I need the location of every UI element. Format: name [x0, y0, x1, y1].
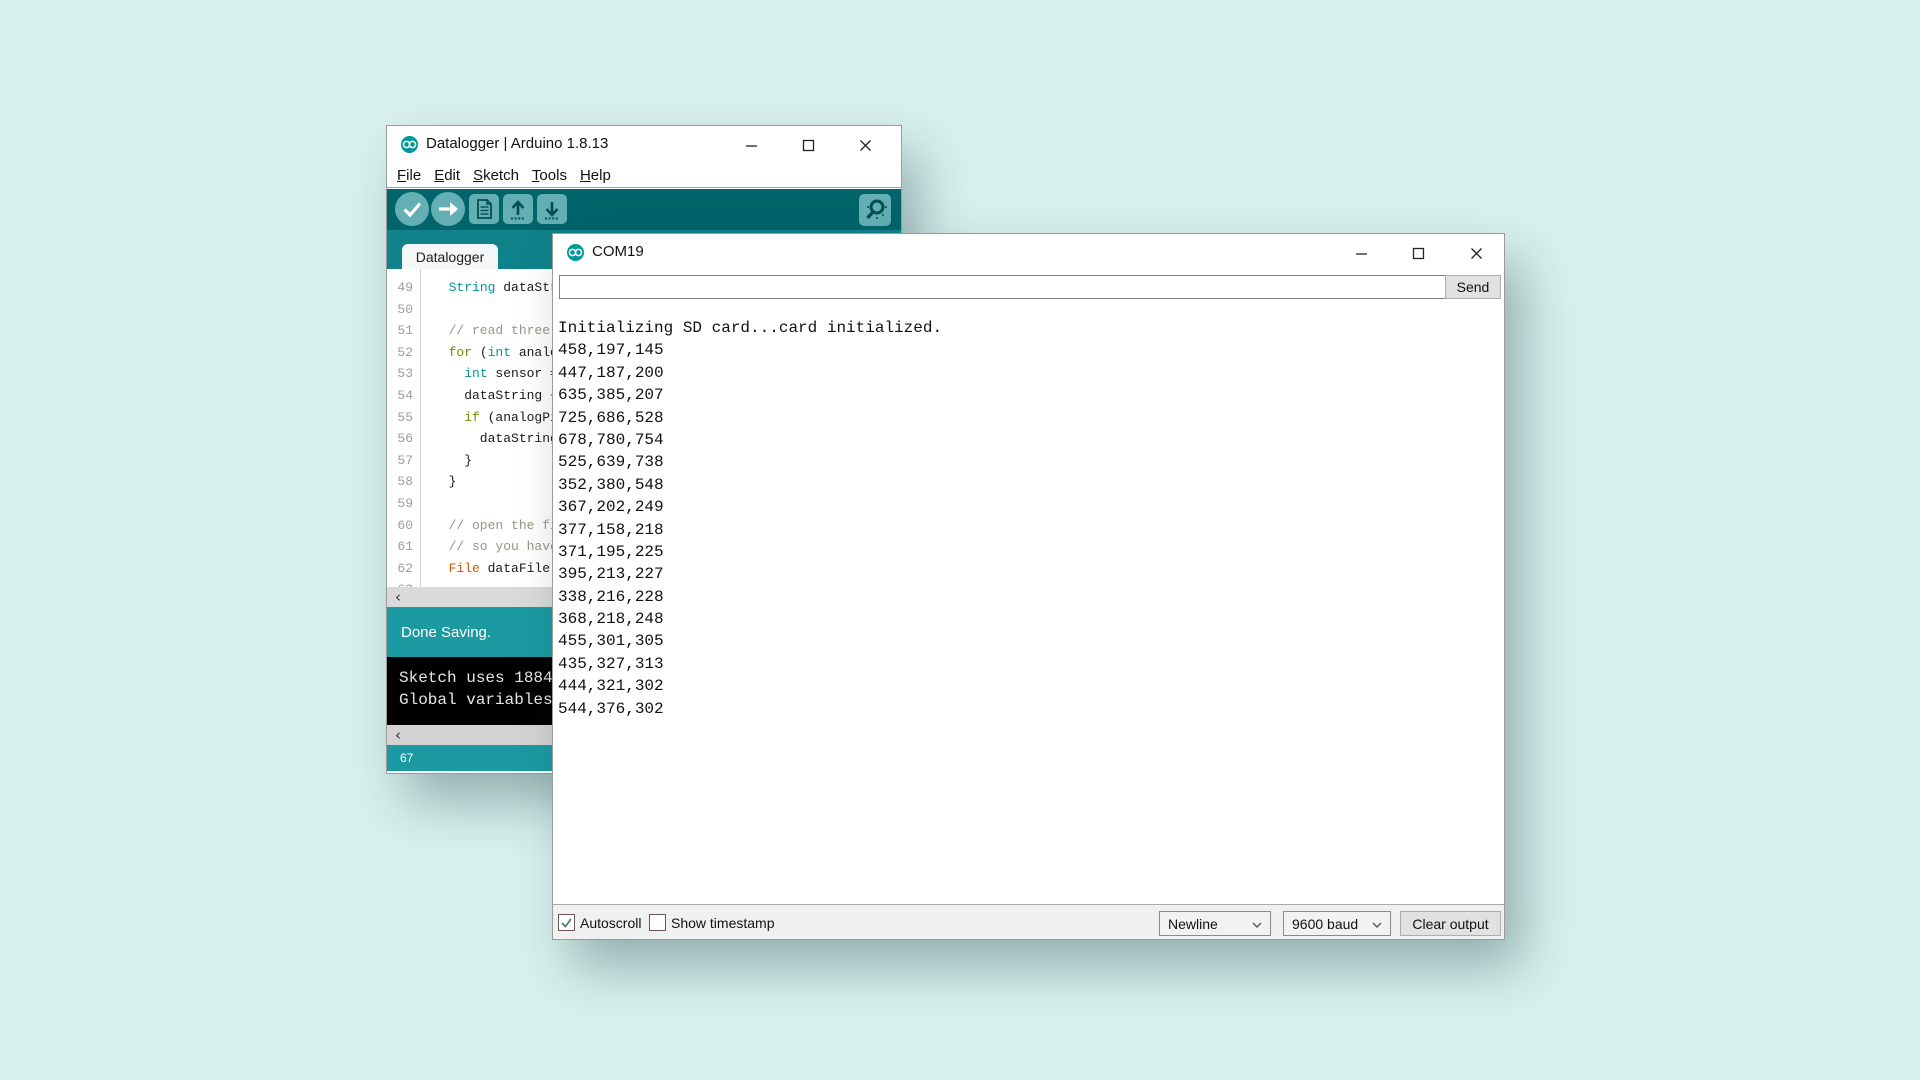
serial-output-line: 352,380,548: [558, 474, 1504, 496]
serial-output-line: 455,301,305: [558, 630, 1504, 652]
menu-help[interactable]: Help: [580, 167, 611, 184]
line-number: 57: [387, 450, 420, 472]
serial-output-line: 444,321,302: [558, 675, 1504, 697]
ide-close-button[interactable]: [853, 133, 877, 157]
line-number: 55: [387, 407, 420, 429]
serial-output-line: 377,158,218: [558, 519, 1504, 541]
status-message: Done Saving.: [401, 624, 491, 641]
upload-icon[interactable]: [431, 192, 465, 226]
serial-output-line: 544,376,302: [558, 698, 1504, 720]
ide-menubar: File Edit Sketch Tools Help: [387, 163, 901, 188]
line-ending-select[interactable]: Newline: [1159, 911, 1271, 936]
serial-output-line: 338,216,228: [558, 586, 1504, 608]
line-number: 60: [387, 515, 420, 537]
open-icon[interactable]: [503, 194, 533, 224]
serial-output-line: 368,218,248: [558, 608, 1504, 630]
serial-output-line: 435,327,313: [558, 653, 1504, 675]
serial-output-line: 725,686,528: [558, 407, 1504, 429]
send-button-label: Send: [1457, 279, 1490, 295]
line-number: 62: [387, 558, 420, 580]
autoscroll-checkbox[interactable]: [558, 914, 575, 931]
autoscroll-label: Autoscroll: [580, 915, 641, 931]
chevron-down-icon: [1372, 922, 1382, 928]
line-number: 58: [387, 471, 420, 493]
line-number: 50: [387, 299, 420, 321]
serial-maximize-button[interactable]: [1406, 241, 1430, 265]
maximize-icon: [1412, 247, 1425, 260]
line-number: 61: [387, 536, 420, 558]
menu-sketch[interactable]: Sketch: [473, 167, 519, 184]
baud-rate-value: 9600 baud: [1292, 916, 1358, 932]
ide-titlebar[interactable]: Datalogger | Arduino 1.8.13: [387, 126, 901, 163]
serial-output-line: 635,385,207: [558, 384, 1504, 406]
new-sketch-icon[interactable]: [469, 194, 499, 224]
show-timestamp-label: Show timestamp: [671, 915, 774, 931]
show-timestamp-checkbox[interactable]: [649, 914, 666, 931]
line-number-gutter: 495051525354555657585960616263: [387, 269, 421, 587]
serial-close-button[interactable]: [1464, 241, 1488, 265]
current-line-number: 67: [400, 751, 413, 765]
serial-output: Initializing SD card...card initialized.…: [553, 304, 1504, 904]
serial-monitor-icon[interactable]: [859, 194, 891, 226]
tab-datalogger[interactable]: Datalogger: [402, 244, 498, 269]
close-icon: [859, 139, 872, 152]
ide-window-title: Datalogger | Arduino 1.8.13: [426, 135, 608, 152]
ide-maximize-button[interactable]: [796, 133, 820, 157]
line-number: 53: [387, 363, 420, 385]
minimize-icon: [745, 139, 758, 152]
serial-window-title: COM19: [592, 243, 644, 260]
serial-titlebar[interactable]: COM19: [553, 234, 1504, 271]
minimize-icon: [1355, 247, 1368, 260]
line-number: 56: [387, 428, 420, 450]
line-number: 59: [387, 493, 420, 515]
serial-send-row: Send: [553, 269, 1504, 303]
save-icon[interactable]: [537, 194, 567, 224]
serial-minimize-button[interactable]: [1349, 241, 1373, 265]
serial-output-line: Initializing SD card...card initialized.: [558, 317, 1504, 339]
serial-output-line: 371,195,225: [558, 541, 1504, 563]
line-number: 52: [387, 342, 420, 364]
close-icon: [1470, 247, 1483, 260]
verify-icon[interactable]: [395, 192, 429, 226]
line-number: 51: [387, 320, 420, 342]
baud-rate-select[interactable]: 9600 baud: [1283, 911, 1391, 936]
menu-edit[interactable]: Edit: [434, 167, 460, 184]
left-chevron-icon[interactable]: ‹: [387, 725, 409, 745]
send-button[interactable]: Send: [1445, 275, 1501, 299]
clear-output-label: Clear output: [1412, 916, 1488, 932]
line-number: 54: [387, 385, 420, 407]
ide-minimize-button[interactable]: [739, 133, 763, 157]
arduino-infinity-icon: [401, 136, 418, 153]
serial-output-line: 525,639,738: [558, 451, 1504, 473]
line-number: 49: [387, 277, 420, 299]
tab-label: Datalogger: [416, 249, 485, 265]
serial-output-line: 678,780,754: [558, 429, 1504, 451]
arduino-infinity-icon: [567, 244, 584, 261]
serial-output-line: 447,187,200: [558, 362, 1504, 384]
serial-bottom-bar: Autoscroll Show timestamp Newline 9600 b…: [553, 904, 1504, 939]
serial-output-line: 395,213,227: [558, 563, 1504, 585]
chevron-down-icon: [1252, 922, 1262, 928]
line-number: 63: [387, 579, 420, 587]
serial-output-line: 367,202,249: [558, 496, 1504, 518]
serial-monitor-window: COM19 Send Initializing SD card...card i…: [552, 233, 1505, 940]
line-ending-value: Newline: [1168, 916, 1218, 932]
serial-input[interactable]: [559, 275, 1447, 299]
ide-toolbar: [387, 189, 901, 230]
serial-output-line: 458,197,145: [558, 339, 1504, 361]
menu-file[interactable]: File: [397, 167, 421, 184]
menu-tools[interactable]: Tools: [532, 167, 567, 184]
maximize-icon: [802, 139, 815, 152]
check-icon: [560, 916, 573, 929]
clear-output-button[interactable]: Clear output: [1400, 911, 1501, 936]
desktop: Datalogger | Arduino 1.8.13 File Edit Sket…: [0, 0, 1920, 1080]
left-chevron-icon[interactable]: ‹: [387, 587, 409, 607]
